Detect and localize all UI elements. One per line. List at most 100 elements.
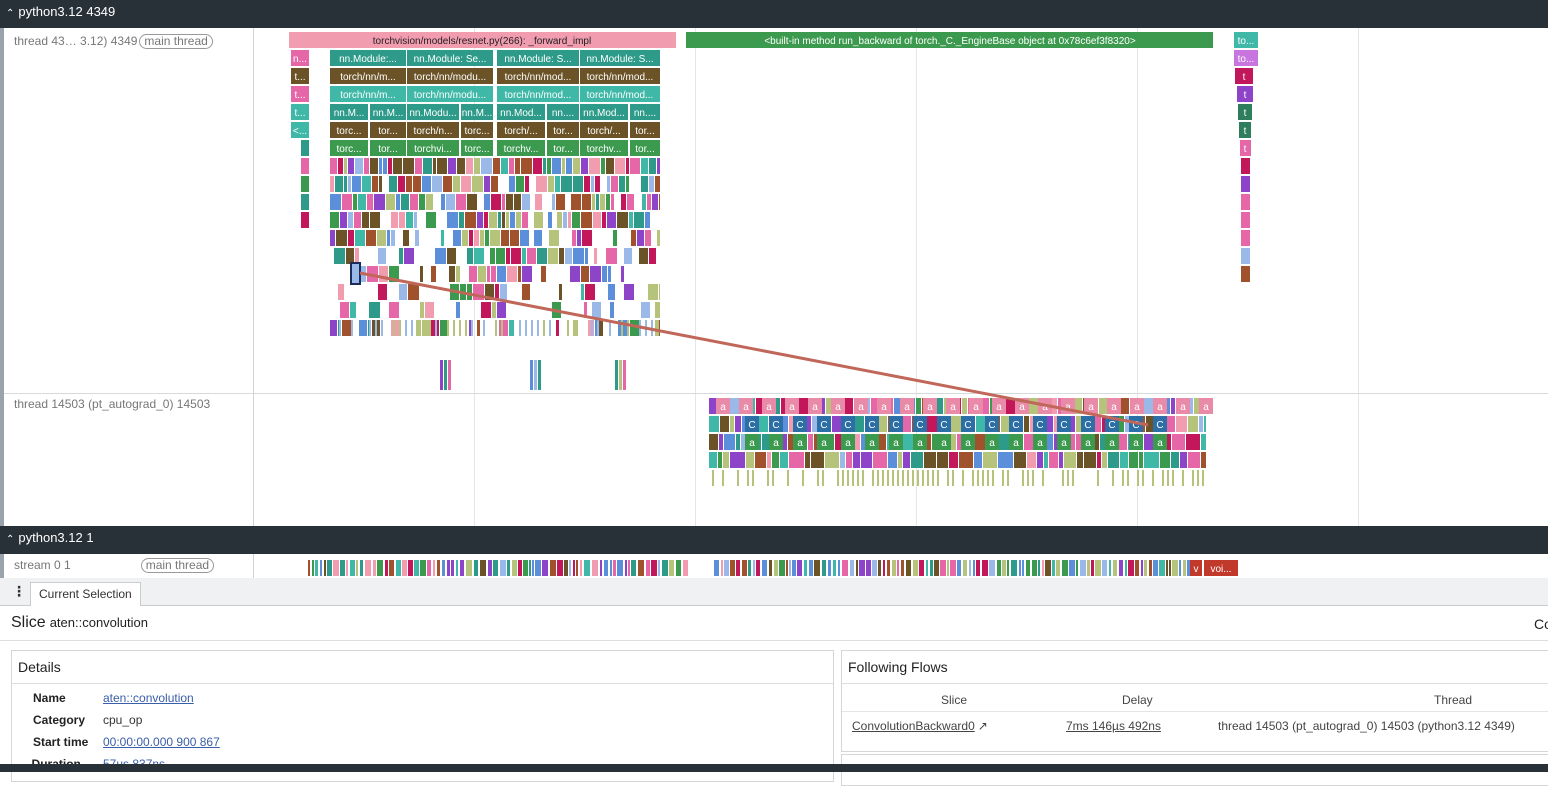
flame-slice[interactable] bbox=[606, 194, 610, 210]
flame-slice[interactable] bbox=[536, 176, 547, 192]
flame-slice[interactable] bbox=[621, 266, 624, 282]
flame-slice[interactable] bbox=[573, 158, 580, 174]
stream-slice[interactable] bbox=[878, 560, 881, 576]
flame-slice[interactable] bbox=[404, 248, 414, 264]
slice-right-col[interactable]: t bbox=[1238, 104, 1252, 120]
flame-slice[interactable] bbox=[355, 230, 365, 246]
flame-slice[interactable] bbox=[372, 176, 378, 192]
flame-slice[interactable] bbox=[344, 176, 347, 192]
stream-slice[interactable] bbox=[973, 560, 975, 576]
stream-slice[interactable] bbox=[683, 560, 688, 576]
flame-slice[interactable] bbox=[552, 158, 561, 174]
flame-slice[interactable] bbox=[457, 158, 465, 174]
stream-slice[interactable] bbox=[957, 560, 961, 576]
slice-torch-nn[interactable]: torch/nn/m... bbox=[330, 86, 406, 102]
flame-slice[interactable] bbox=[610, 302, 614, 318]
flame-slice[interactable] bbox=[456, 302, 460, 318]
autograd-slice[interactable] bbox=[709, 416, 719, 432]
flame-slice[interactable] bbox=[403, 158, 414, 174]
flame-slice[interactable] bbox=[589, 158, 600, 174]
flame-slice[interactable] bbox=[466, 158, 473, 174]
flame-slice[interactable] bbox=[472, 176, 483, 192]
flame-slice[interactable] bbox=[567, 320, 569, 336]
autograd-slice[interactable] bbox=[1102, 452, 1107, 468]
selected-slice-highlight[interactable] bbox=[350, 262, 361, 285]
flame-slice[interactable] bbox=[543, 158, 546, 174]
stream-slice[interactable] bbox=[809, 560, 813, 576]
flame-slice[interactable] bbox=[425, 302, 434, 318]
slice-right-col[interactable]: t bbox=[1237, 86, 1253, 102]
stream-slice[interactable] bbox=[346, 560, 348, 576]
stream-slice[interactable] bbox=[1125, 560, 1127, 576]
flame-slice[interactable] bbox=[378, 248, 386, 264]
flows-col-thread[interactable]: Thread bbox=[1434, 693, 1472, 707]
flame-slice[interactable] bbox=[581, 284, 584, 300]
flame-slice[interactable] bbox=[533, 158, 542, 174]
flame-slice[interactable] bbox=[459, 212, 464, 228]
stream-slice[interactable] bbox=[748, 560, 751, 576]
flame-slice[interactable] bbox=[431, 266, 436, 282]
flame-slice[interactable] bbox=[531, 320, 533, 336]
flame-slice[interactable] bbox=[555, 176, 560, 192]
stream-slice[interactable] bbox=[969, 560, 971, 576]
start-time-link[interactable]: 00:00:00.000 900 867 bbox=[103, 735, 220, 749]
autograd-slice[interactable] bbox=[992, 470, 994, 486]
flame-slice[interactable] bbox=[557, 212, 562, 228]
flame-slice[interactable] bbox=[495, 284, 499, 300]
flame-slice[interactable] bbox=[491, 194, 501, 210]
autograd-slice[interactable] bbox=[911, 452, 923, 468]
flame-slice[interactable] bbox=[548, 248, 558, 264]
flame-slice[interactable] bbox=[624, 248, 632, 264]
stream-slice[interactable] bbox=[433, 560, 435, 576]
autograd-slice[interactable] bbox=[1049, 452, 1058, 468]
flame-slice[interactable] bbox=[581, 266, 589, 282]
flame-slice[interactable] bbox=[1241, 248, 1250, 264]
flame-slice[interactable] bbox=[359, 320, 367, 336]
flame-slice[interactable] bbox=[516, 212, 521, 228]
flame-slice[interactable] bbox=[1241, 176, 1250, 192]
flame-slice[interactable] bbox=[301, 212, 309, 228]
stream-slice[interactable] bbox=[842, 560, 848, 576]
flame-slice[interactable] bbox=[570, 266, 580, 282]
stream-slice[interactable] bbox=[1128, 560, 1134, 576]
autograd-slice[interactable] bbox=[837, 470, 839, 486]
flame-slice[interactable] bbox=[606, 248, 617, 264]
flame-slice[interactable] bbox=[599, 320, 603, 336]
slice-torchvision[interactable]: torchvi... bbox=[407, 140, 459, 156]
slice-right-col[interactable]: t bbox=[1235, 68, 1253, 84]
stream-slice[interactable] bbox=[617, 560, 623, 576]
flame-slice[interactable] bbox=[592, 194, 595, 210]
autograd-slice[interactable] bbox=[972, 470, 974, 486]
autograd-slice[interactable] bbox=[780, 452, 788, 468]
autograd-slice[interactable] bbox=[1120, 452, 1128, 468]
flame-slice[interactable] bbox=[481, 158, 492, 174]
slice-torch[interactable]: torch/n... bbox=[407, 122, 459, 138]
stream-slice[interactable] bbox=[373, 560, 376, 576]
slice-right-col[interactable]: t bbox=[1240, 140, 1251, 156]
slice-module[interactable]: nn.Module:... bbox=[330, 50, 406, 66]
flame-slice[interactable] bbox=[336, 230, 347, 246]
flame-slice[interactable] bbox=[659, 194, 660, 210]
autograd-slice[interactable] bbox=[1142, 470, 1144, 486]
autograd-slice[interactable] bbox=[1097, 470, 1099, 486]
slice-run-backward[interactable]: <built-in method run_backward of torch._… bbox=[686, 32, 1213, 48]
autograd-slice[interactable] bbox=[755, 452, 766, 468]
flame-slice[interactable] bbox=[613, 230, 617, 246]
autograd-slice[interactable] bbox=[832, 416, 842, 432]
stream-slice[interactable] bbox=[573, 560, 575, 576]
kebab-menu-icon[interactable]: ⋮ bbox=[12, 583, 26, 600]
stream-slice[interactable] bbox=[897, 560, 899, 576]
autograd-slice[interactable] bbox=[1084, 452, 1096, 468]
stream-slice[interactable] bbox=[542, 560, 548, 576]
flame-slice[interactable] bbox=[453, 320, 455, 336]
stream-slice[interactable] bbox=[669, 560, 674, 576]
autograd-slice[interactable] bbox=[1199, 416, 1203, 432]
flame-slice[interactable] bbox=[615, 360, 618, 390]
flame-slice[interactable] bbox=[525, 320, 527, 336]
flame-slice[interactable] bbox=[465, 212, 476, 228]
stream-slice[interactable] bbox=[320, 560, 322, 576]
flame-slice[interactable] bbox=[432, 176, 442, 192]
flame-slice[interactable] bbox=[573, 248, 584, 264]
flame-slice[interactable] bbox=[346, 248, 354, 264]
autograd-slice[interactable] bbox=[1112, 470, 1114, 486]
